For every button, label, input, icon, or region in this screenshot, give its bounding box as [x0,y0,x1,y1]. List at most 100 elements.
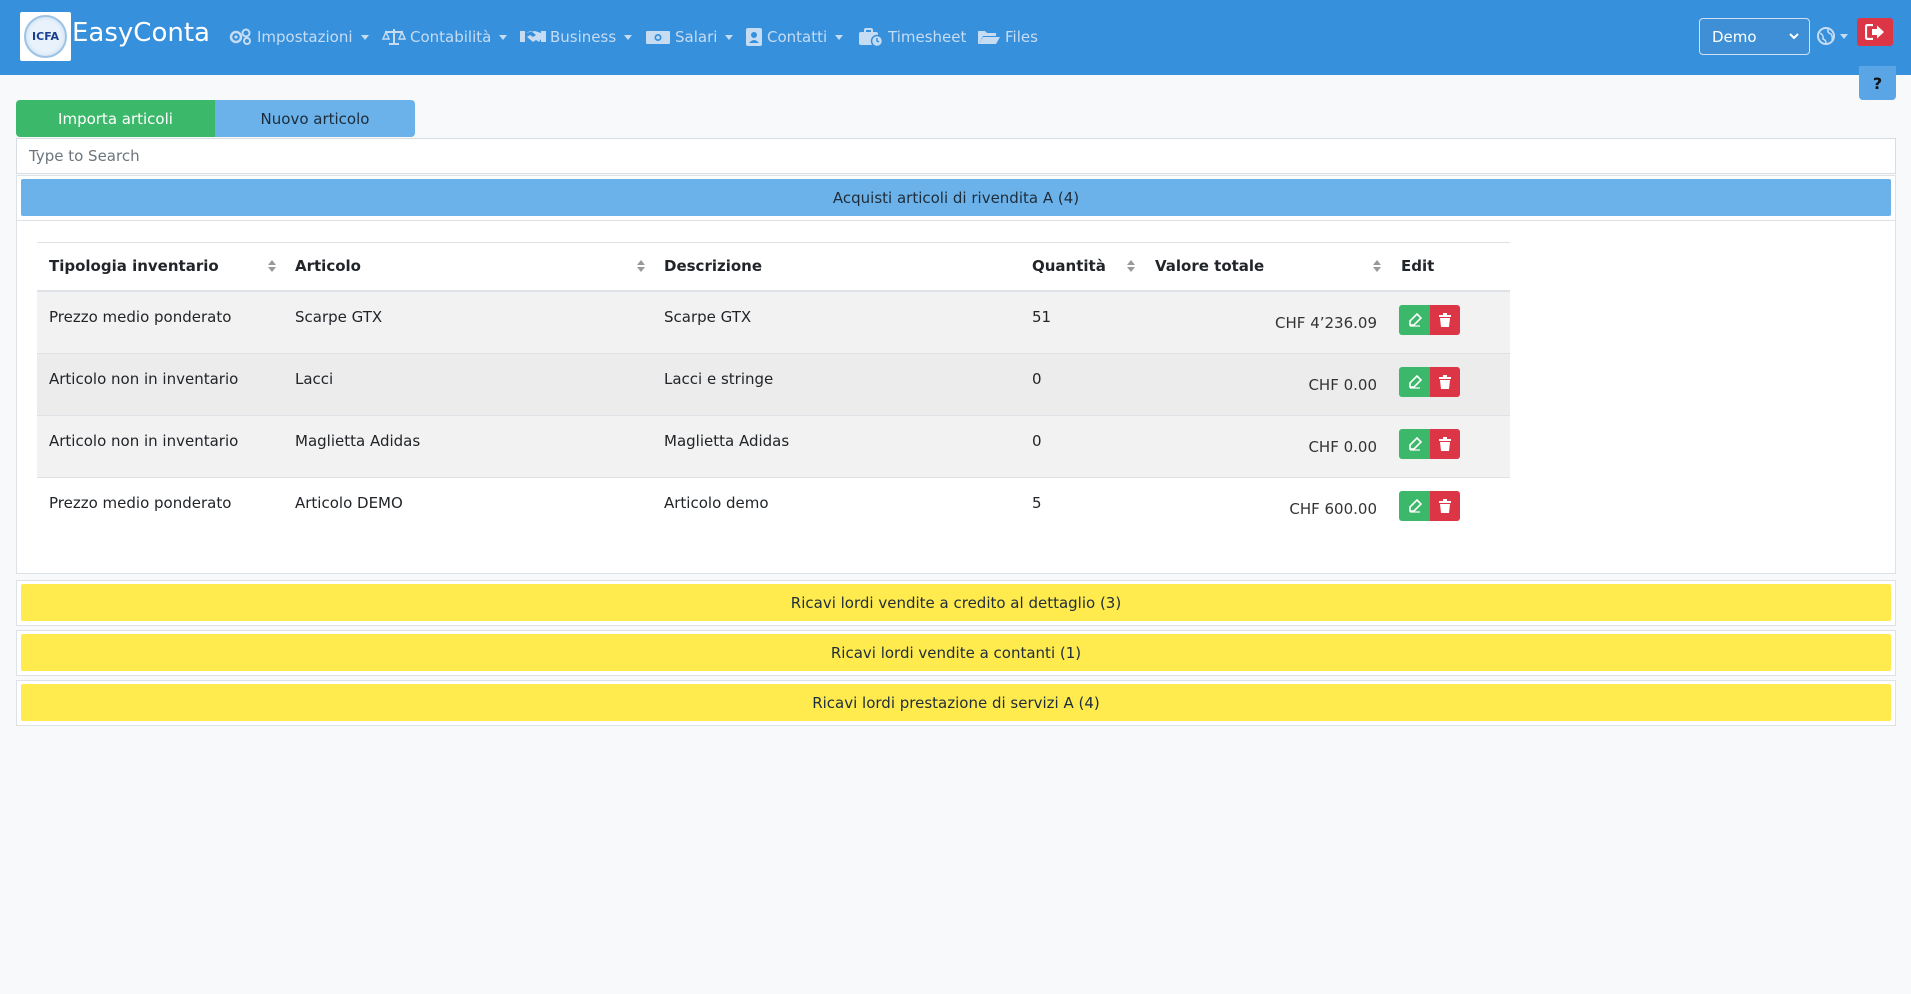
chevron-down-icon [360,34,369,40]
sort-icon[interactable] [637,259,645,273]
section-header-ricavi-contanti[interactable]: Ricavi lordi vendite a contanti (1) [21,634,1891,671]
sort-icon[interactable] [1373,259,1381,273]
chevron-down-icon [1840,33,1848,39]
nav-files-label: Files [1005,28,1038,46]
import-articles-button[interactable]: Importa articoli [16,100,215,137]
column-header-quantita[interactable]: Quantità [1020,242,1143,290]
folder-open-icon [978,31,1000,44]
nav-timesheet[interactable]: Timesheet [858,26,966,48]
cell-articolo: Maglietta Adidas [295,432,421,450]
column-header-quantita-label: Quantità [1032,257,1106,275]
delete-button[interactable] [1430,367,1460,397]
cell-valore: CHF 600.00 [1289,500,1377,518]
column-header-tipologia[interactable]: Tipologia inventario [37,242,283,290]
delete-button[interactable] [1430,429,1460,459]
section-header-ricavi-servizi[interactable]: Ricavi lordi prestazione di servizi A (4… [21,684,1891,721]
chevron-down-icon [499,34,508,40]
nav-impostazioni[interactable]: Impostazioni [229,26,369,48]
brand-name[interactable]: EasyConta [72,18,210,48]
edit-icon [1408,437,1422,451]
trash-icon [1439,313,1451,327]
section-acquisti: Acquisti articoli di rivendita A (4) Tip… [16,175,1896,574]
chevron-down-icon [835,34,844,40]
edit-button[interactable] [1399,367,1430,397]
cell-tipologia: Articolo non in inventario [49,370,239,388]
chevron-down-icon [1789,33,1799,40]
cell-quantita: 0 [1032,370,1042,388]
column-header-articolo[interactable]: Articolo [283,242,652,290]
cell-tipologia: Articolo non in inventario [49,432,239,450]
balance-scale-icon [382,29,406,45]
column-header-edit: Edit [1389,242,1510,290]
trash-icon [1439,437,1451,451]
cell-articolo: Lacci [295,370,334,388]
sign-out-icon [1865,24,1884,40]
handshake-icon [520,31,546,42]
cell-tipologia: Prezzo medio ponderato [49,308,232,326]
address-book-icon [746,28,762,46]
help-button[interactable]: ? [1859,66,1896,100]
cell-quantita: 51 [1032,308,1052,326]
chevron-down-icon [624,34,633,40]
edit-button[interactable] [1399,429,1430,459]
business-time-icon [859,28,884,47]
section-header-ricavi-credito[interactable]: Ricavi lordi vendite a credito al dettag… [21,584,1891,621]
cell-quantita: 5 [1032,494,1042,512]
column-header-descrizione: Descrizione [652,242,1020,290]
nav-business[interactable]: Business [520,26,633,48]
search-input[interactable]: Type to Search [16,138,1896,174]
nav-contatti[interactable]: Contatti [745,26,844,48]
cell-articolo: Scarpe GTX [295,308,383,326]
column-header-valore[interactable]: Valore totale [1143,242,1389,290]
nav-salari-label: Salari [675,28,718,46]
table-row: Articolo non in inventario Maglietta Adi… [37,416,1510,478]
gears-icon [229,28,251,45]
section-ricavi-credito: Ricavi lordi vendite a credito al dettag… [16,580,1896,626]
cell-quantita: 0 [1032,432,1042,450]
sort-icon[interactable] [268,259,276,273]
cell-valore: CHF 0.00 [1308,376,1377,394]
nav-salari[interactable]: Salari [645,26,734,48]
column-header-articolo-label: Articolo [295,257,361,275]
cell-tipologia: Prezzo medio ponderato [49,494,232,512]
edit-icon [1408,499,1422,513]
cell-valore: CHF 4’236.09 [1275,314,1377,332]
table-row: Articolo non in inventario Lacci Lacci e… [37,354,1510,416]
column-header-descrizione-label: Descrizione [664,257,763,275]
column-header-edit-label: Edit [1401,257,1435,275]
delete-button[interactable] [1430,491,1460,521]
cell-descrizione: Lacci e stringe [664,370,774,388]
cell-articolo: Articolo DEMO [295,494,403,512]
trash-icon [1439,499,1451,513]
new-article-button[interactable]: Nuovo articolo [215,100,415,137]
nav-contabilita[interactable]: Contabilità [382,26,508,48]
top-navbar: ICFA EasyConta Impostazioni Contabilità … [0,0,1911,75]
cell-valore: CHF 0.00 [1308,438,1377,456]
sort-icon[interactable] [1127,259,1135,273]
brand-logo[interactable]: ICFA [20,12,71,61]
logo-emblem: ICFA [24,15,67,58]
edit-icon [1408,375,1422,389]
nav-business-label: Business [550,28,617,46]
edit-button[interactable] [1399,305,1430,335]
cell-descrizione: Articolo demo [664,494,769,512]
nav-contabilita-label: Contabilità [410,28,492,46]
column-header-tipologia-label: Tipologia inventario [49,257,219,275]
table-row: Prezzo medio ponderato Articolo DEMO Art… [37,478,1510,540]
nav-files[interactable]: Files [977,26,1038,48]
trash-icon [1439,375,1451,389]
section-divider [17,220,1895,221]
cell-descrizione: Scarpe GTX [664,308,752,326]
edit-icon [1408,313,1422,327]
nav-contatti-label: Contatti [767,28,828,46]
company-select[interactable]: Demo [1699,18,1810,55]
logout-button[interactable] [1857,18,1893,46]
chevron-down-icon [725,34,734,40]
language-dropdown[interactable] [1816,26,1848,46]
column-header-valore-label: Valore totale [1155,257,1265,275]
section-header-acquisti[interactable]: Acquisti articoli di rivendita A (4) [21,179,1891,216]
table-row: Prezzo medio ponderato Scarpe GTX Scarpe… [37,292,1510,354]
delete-button[interactable] [1430,305,1460,335]
edit-button[interactable] [1399,491,1430,521]
globe-icon [1817,27,1835,45]
